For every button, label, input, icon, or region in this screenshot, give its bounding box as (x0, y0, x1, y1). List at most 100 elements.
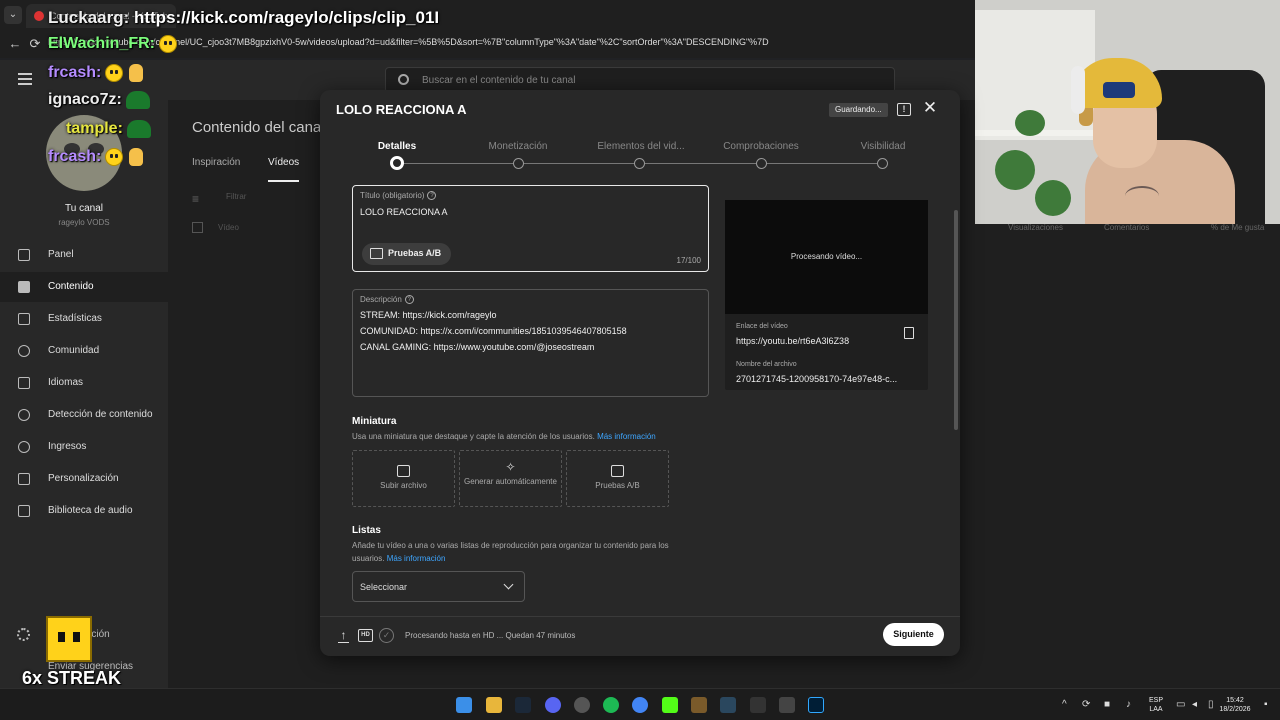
sidebar-item-audio-library[interactable]: Biblioteca de audio (0, 496, 168, 526)
help-icon[interactable]: ? (427, 191, 437, 201)
content-icon (18, 281, 30, 293)
video-details-dialog: LOLO REACCIONA A Guardando... ! ✕ Detall… (320, 90, 960, 656)
auto-generate-label: Generar automáticamente (464, 477, 557, 486)
tab-inspiration[interactable]: Inspiración (192, 157, 240, 168)
app-tray-icon[interactable]: ■ (1104, 699, 1110, 710)
audio-library-icon (18, 505, 30, 517)
help-icon[interactable]: ? (404, 295, 414, 305)
app-icon[interactable] (779, 697, 795, 713)
kick-icon[interactable] (662, 697, 678, 713)
tab-videos[interactable]: Vídeos (268, 157, 300, 182)
sidebar-item-label: Detección de contenido (48, 409, 153, 420)
sidebar-item-community[interactable]: Comunidad (0, 336, 168, 366)
sidebar-item-panel[interactable]: Panel (0, 240, 168, 270)
video-link[interactable]: https://youtu.be/rt6eA3l6Z38 (736, 336, 849, 346)
sidebar-item-analytics[interactable]: Estadísticas (0, 304, 168, 334)
step-details[interactable]: Detalles (337, 141, 457, 152)
video-link-label: Enlace del vídeo (736, 323, 788, 330)
description-line[interactable]: COMUNIDAD: https://x.com/i/communities/1… (360, 323, 627, 339)
ab-test-icon (611, 465, 624, 477)
back-arrow-icon[interactable]: ← (6, 35, 24, 53)
ab-test-button[interactable]: Pruebas A/B (362, 243, 452, 265)
description-line[interactable]: CANAL GAMING: https://www.youtube.com/@j… (360, 339, 594, 355)
photoshop-icon[interactable] (808, 697, 824, 713)
hand-emote-icon (129, 64, 144, 82)
step-dot-details[interactable] (390, 156, 404, 170)
network-icon[interactable]: ▭ (1176, 699, 1185, 710)
reload-icon[interactable]: ⟳ (26, 35, 44, 53)
playlist-select[interactable]: Seleccionar (352, 571, 525, 602)
chrome-icon[interactable] (632, 697, 648, 713)
sparkle-icon: ✧ (505, 460, 516, 474)
description-field-label: Descripción? (360, 295, 414, 305)
obs-icon[interactable] (574, 697, 590, 713)
keyboard-layout: LAA (1149, 706, 1163, 713)
chat-username: Luckaarg: (48, 8, 130, 27)
file-name-label: Nombre del archivo (736, 361, 797, 368)
spotify-icon[interactable] (603, 697, 619, 713)
search-placeholder: Buscar en el contenido de tu canal (422, 75, 576, 86)
step-visibility[interactable]: Visibilidad (823, 141, 943, 152)
steam-icon[interactable] (515, 697, 531, 713)
gear-icon[interactable] (17, 628, 30, 641)
title-field[interactable]: Título (obligatorio)? LOLO REACCIONA A P… (352, 185, 709, 272)
clock[interactable]: 15:42 18/2/2026 (1210, 696, 1260, 714)
copy-icon[interactable] (904, 327, 914, 339)
sidebar-item-earn[interactable]: Ingresos (0, 432, 168, 462)
minecraft-icon[interactable] (691, 697, 707, 713)
thumbnail-ab-test-button[interactable]: Pruebas A/B (566, 450, 669, 507)
windows-start-icon[interactable] (456, 697, 472, 713)
tab-list-button[interactable]: ⌄ (4, 6, 22, 24)
chevron-up-icon[interactable]: ^ (1062, 699, 1067, 710)
sidebar-item-customization[interactable]: Personalización (0, 464, 168, 494)
playlists-learn-more-link[interactable]: Más información (387, 554, 446, 563)
step-dot-visibility[interactable] (877, 158, 888, 169)
step-checks[interactable]: Comprobaciones (701, 141, 821, 152)
video-preview-card: Procesando vídeo... Enlace del vídeo htt… (725, 200, 928, 390)
epic-games-icon[interactable] (750, 697, 766, 713)
playlists-description: Añade tu vídeo a una o varias listas de … (352, 539, 702, 565)
discord-icon[interactable] (545, 697, 561, 713)
sync-icon[interactable]: ⟳ (1082, 699, 1090, 710)
next-button[interactable]: Siguiente (883, 623, 944, 646)
notification-icon[interactable]: ▪ (1264, 699, 1268, 710)
description-field[interactable]: Descripción? STREAM: https://kick.com/ra… (352, 289, 709, 397)
hand-emote-icon (129, 148, 144, 166)
clock-date: 18/2/2026 (1219, 706, 1251, 713)
sidebar-item-copyright[interactable]: Detección de contenido (0, 400, 168, 430)
microphone-icon[interactable]: ♪ (1126, 699, 1131, 710)
sidebar-item-content[interactable]: Contenido (0, 272, 168, 302)
feedback-icon[interactable]: ! (897, 103, 911, 116)
file-name: 2701271745-1200958170-74e97e48-c... (736, 374, 898, 384)
dialog-scrollbar[interactable] (954, 210, 958, 430)
menu-icon[interactable] (18, 73, 32, 85)
close-icon[interactable]: ✕ (922, 99, 938, 117)
search-icon (398, 74, 409, 85)
step-monetization[interactable]: Monetización (458, 141, 578, 152)
comments-column-header: Comentarios (1104, 223, 1150, 232)
step-dot-video-elements[interactable] (634, 158, 645, 169)
auto-generate-thumbnail-button[interactable]: ✧ Generar automáticamente (459, 450, 562, 507)
sidebar-item-label: Biblioteca de audio (48, 505, 133, 516)
cam-headset (1071, 66, 1085, 114)
language-indicator[interactable]: ESP LAA (1146, 696, 1166, 714)
filter-icon[interactable]: ≡ (192, 192, 199, 206)
thumbnail-learn-more-link[interactable]: Más información (597, 432, 656, 441)
step-dot-monetization[interactable] (513, 158, 524, 169)
chevron-down-icon (503, 579, 514, 590)
select-all-checkbox[interactable] (192, 222, 203, 233)
volume-icon[interactable]: ◂ (1192, 699, 1197, 710)
check-icon: ✓ (379, 628, 394, 643)
chat-message: frcash: (48, 148, 144, 166)
step-video-elements[interactable]: Elementos del vid... (579, 141, 703, 152)
sidebar-item-languages[interactable]: Idiomas (0, 368, 168, 398)
step-dot-checks[interactable] (756, 158, 767, 169)
steam-icon[interactable] (720, 697, 736, 713)
title-input[interactable]: LOLO REACCIONA A (360, 204, 448, 220)
upload-thumbnail-button[interactable]: Subir archivo (352, 450, 455, 507)
filter-input[interactable]: Filtrar (226, 192, 246, 201)
cam-plush (1015, 110, 1045, 136)
streak-label: 6x STREAK (22, 668, 122, 688)
description-line[interactable]: STREAM: https://kick.com/rageylo (360, 307, 497, 323)
file-explorer-icon[interactable] (486, 697, 502, 713)
